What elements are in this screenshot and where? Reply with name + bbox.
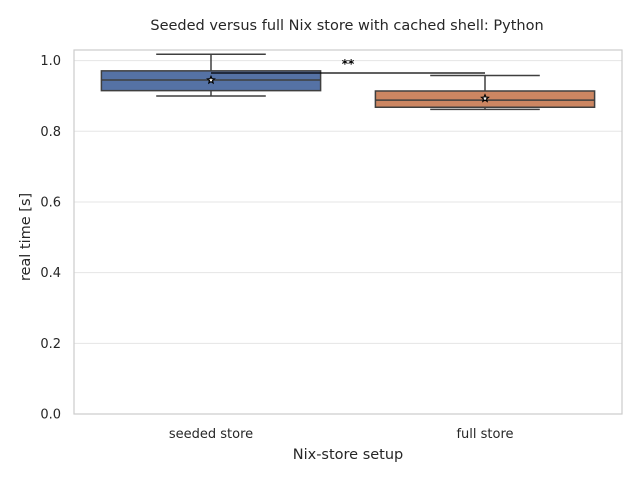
y-tick-labels: 0.0 0.2 0.4 0.6 0.8 1.0: [40, 54, 61, 422]
box-plot-chart: Seeded versus full Nix store with cached…: [18, 18, 623, 463]
y-tick-label: 0.6: [40, 195, 61, 210]
chart-title: Seeded versus full Nix store with cached…: [150, 18, 543, 34]
y-tick-label: 1.0: [40, 54, 61, 69]
significance-label: **: [342, 57, 355, 71]
y-axis-label: real time [s]: [18, 193, 34, 281]
box-group: [374, 74, 596, 111]
y-tick-label: 0.0: [40, 408, 61, 423]
x-tick-labels: seeded store full store: [169, 427, 514, 442]
y-tick-label: 0.4: [40, 266, 61, 281]
y-tick-label: 0.8: [40, 125, 61, 140]
x-tick-label: full store: [456, 427, 513, 442]
x-tick-label: seeded store: [169, 427, 253, 442]
x-axis-label: Nix-store setup: [293, 447, 404, 463]
grid-layer: [74, 60, 622, 415]
y-tick-label: 0.2: [40, 337, 61, 352]
